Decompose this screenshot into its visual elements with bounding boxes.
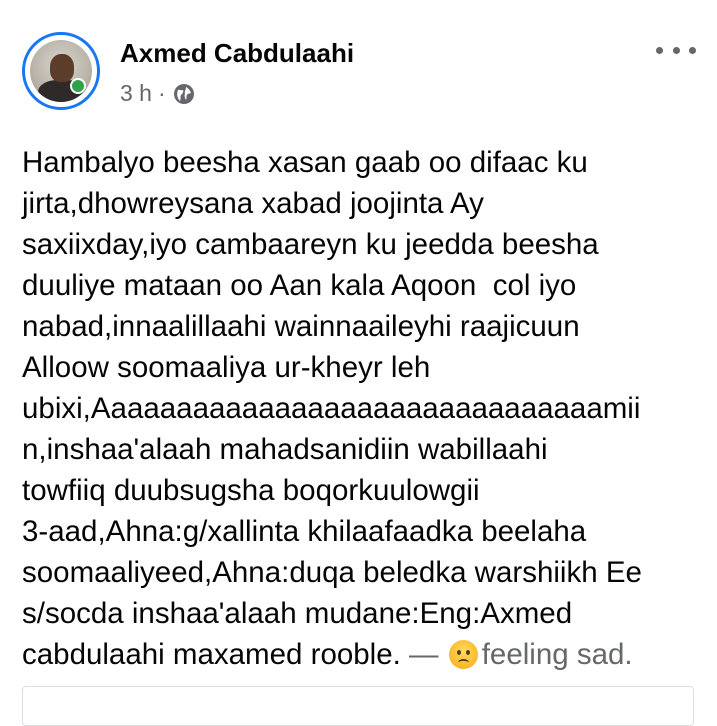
feeling-dash: — bbox=[400, 638, 447, 671]
author-name[interactable]: Axmed Cabdulaahi bbox=[120, 38, 354, 69]
post-meta: 3 h · bbox=[120, 80, 196, 107]
more-dot bbox=[672, 46, 680, 54]
post-body-line: n,inshaa'alaah mahadsanidiin wabillaahi bbox=[22, 433, 548, 466]
post-body: Hambalyo beesha xasan gaab oo difaac ku … bbox=[22, 142, 702, 675]
post-body-line: s/socda inshaa'alaah mudane:Eng:Axmed bbox=[22, 597, 573, 630]
post-body-last-line: cabdulaahi maxamed rooble. — feeling sad… bbox=[22, 634, 702, 675]
online-badge-icon bbox=[70, 78, 86, 94]
post-body-line: jirta,dhowreysana xabad joojinta Ay bbox=[22, 187, 484, 220]
globe-icon[interactable] bbox=[172, 82, 196, 106]
emoji-mouth bbox=[457, 659, 469, 666]
avatar[interactable] bbox=[22, 32, 100, 110]
feeling-label[interactable]: feeling sad. bbox=[482, 638, 633, 671]
post-body-final-text: cabdulaahi maxamed rooble. bbox=[22, 638, 401, 671]
more-options-icon[interactable] bbox=[656, 40, 696, 60]
post-body-line: 3-aad,Ahna:g/xallinta khilaafaadka beela… bbox=[22, 515, 587, 548]
post-body-line: nabad,innaalillaahi wainnaaileyhi raajic… bbox=[22, 310, 580, 343]
emoji-eye bbox=[465, 650, 470, 655]
post-body-line: ubixi,Aaaaaaaaaaaaaaaaaaaaaaaaaaaaaaamii bbox=[22, 392, 641, 425]
more-dot bbox=[689, 46, 696, 54]
post-body-line: Alloow soomaaliya ur-kheyr leh bbox=[22, 351, 431, 384]
post-body-line: Hambalyo beesha xasan gaab oo difaac ku bbox=[22, 146, 588, 179]
post-body-line: duuliye mataan oo Aan kala Aqoon col iyo bbox=[22, 269, 577, 302]
profile-photo bbox=[30, 40, 92, 102]
post-body-line: towfiiq duubsugsha boqorkuulowgii bbox=[22, 474, 480, 507]
attached-card[interactable] bbox=[22, 686, 694, 726]
post-timestamp[interactable]: 3 h bbox=[120, 80, 152, 107]
emoji-eye bbox=[456, 650, 461, 655]
more-dot bbox=[656, 46, 663, 54]
avatar-face bbox=[50, 54, 74, 82]
post-body-line: soomaaliyeed,Ahna:duqa beledka warshiikh… bbox=[22, 556, 642, 589]
facebook-post: Axmed Cabdulaahi 3 h · Hambalyo beesha x… bbox=[0, 0, 717, 726]
post-body-line: saxiixday,iyo cambaareyn ku jeedda beesh… bbox=[22, 228, 599, 261]
post-header: Axmed Cabdulaahi 3 h · bbox=[22, 32, 702, 112]
meta-separator: · bbox=[157, 80, 166, 106]
sad-face-emoji-icon bbox=[448, 640, 478, 669]
